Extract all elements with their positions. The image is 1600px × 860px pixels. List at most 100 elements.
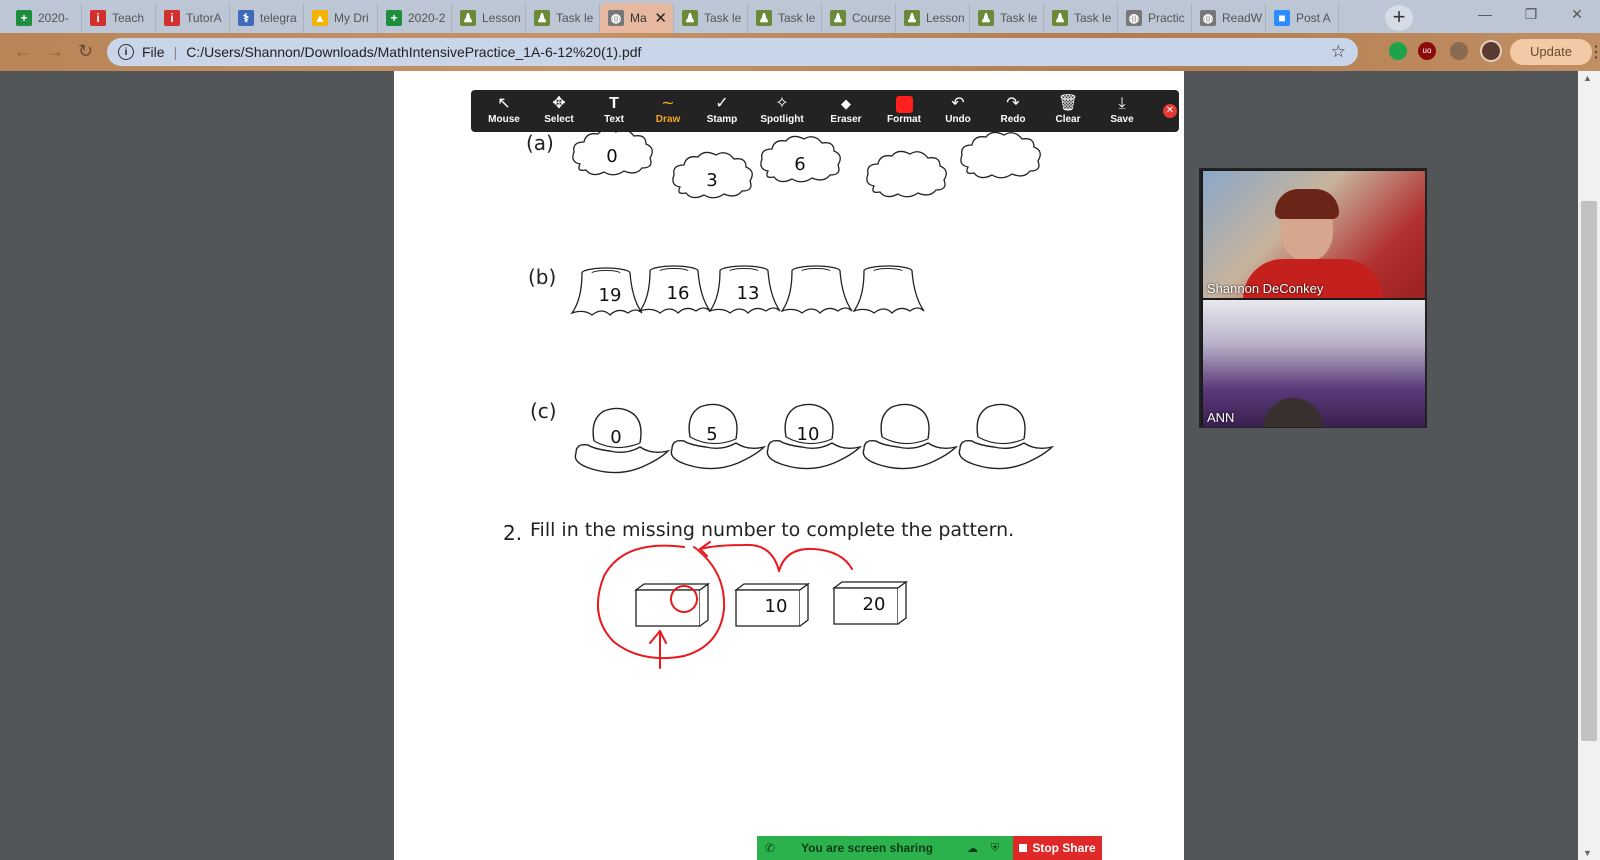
video-panel: Shannon DeConkey ANN (1199, 168, 1427, 428)
url-text[interactable]: C:/Users/Shannon/Downloads/MathIntensive… (186, 44, 641, 60)
tab-3[interactable]: i TutorA (156, 3, 230, 33)
tool-clear[interactable]: 🗑 Clear (1043, 94, 1093, 128)
shield-icon: ⛨ (991, 841, 1000, 854)
tab-title: ReadW (1222, 11, 1263, 25)
update-button[interactable]: Update (1510, 39, 1592, 65)
hat-number-3: 10 (797, 424, 820, 445)
tab-11[interactable]: ♟ Task le (748, 3, 822, 33)
move-icon: ✥ (552, 95, 566, 112)
puzzle-extension-icon[interactable] (1450, 42, 1468, 60)
page-scrollbar[interactable]: ▲ ▼ (1578, 71, 1600, 860)
tab-title: 2020- (38, 11, 69, 25)
cloud-shape-4 (866, 150, 947, 198)
scrollbar-thumb[interactable] (1581, 201, 1597, 741)
tool-eraser[interactable]: ◆ Eraser (821, 94, 871, 128)
tab-title: Task le (1074, 11, 1112, 25)
tab-title: Task le (704, 11, 742, 25)
menu-kebab-icon[interactable]: ⋮ (1588, 42, 1600, 62)
cursor-icon: ↖ (497, 95, 511, 112)
tab-15[interactable]: ♟ Task le (1044, 3, 1118, 33)
tab-strip: +2020- i Teach i TutorA ⚕ telegra ▲ My Dri +2020-… (0, 0, 1600, 33)
tab-16[interactable]: ◍ Practic (1118, 3, 1192, 33)
video-tile-ann[interactable]: ANN (1203, 300, 1425, 427)
tab-10[interactable]: ♟ Task le (674, 3, 748, 33)
part-c-label: (c) (530, 399, 557, 423)
box-number-2: 10 (765, 596, 788, 617)
tab-4[interactable]: ⚕ telegra (230, 3, 304, 33)
scroll-up-icon[interactable]: ▲ (1583, 73, 1592, 83)
tool-select[interactable]: ✥ Select (534, 94, 584, 128)
instructure-icon: i (90, 10, 106, 26)
cloud-number-3: 6 (794, 154, 805, 175)
tab-2[interactable]: i Teach (82, 3, 156, 33)
save-icon: ⤓ (1118, 95, 1126, 112)
back-icon[interactable]: ← (14, 41, 32, 62)
tab-title: Practic (1148, 11, 1185, 25)
forward-icon[interactable]: → (46, 41, 64, 62)
zoom-icon: ■ (1274, 10, 1290, 26)
tab-1[interactable]: +2020- (8, 3, 82, 33)
cloud-shape-5 (960, 131, 1041, 179)
close-window-button[interactable]: ✕ (1554, 0, 1600, 30)
tab-7[interactable]: ♟ Lesson (452, 3, 526, 33)
doc-icon: ♟ (1052, 10, 1068, 26)
tab-6[interactable]: +2020-2 (378, 3, 452, 33)
tool-text[interactable]: T Text (589, 94, 639, 128)
globe-icon: ◍ (608, 10, 624, 26)
tool-undo[interactable]: ↶ Undo (933, 94, 983, 128)
tab-title: Lesson (482, 11, 521, 25)
tab-title: Course (852, 11, 891, 25)
tab-13[interactable]: ♟ Lesson (896, 3, 970, 33)
tab-8[interactable]: ♟ Task le (526, 3, 600, 33)
question-2-text: Fill in the missing number to complete t… (530, 519, 1015, 541)
close-toolbar-icon[interactable]: ✕ (1163, 104, 1177, 118)
format-swatch-icon (879, 94, 929, 114)
tab-title: Ma (630, 11, 647, 25)
check-icon: ✓ (715, 95, 729, 112)
tool-draw[interactable]: ∼ Draw (643, 94, 693, 128)
reload-icon[interactable]: ↻ (78, 41, 93, 62)
tab-5[interactable]: ▲ My Dri (304, 3, 378, 33)
zoom-annotation-toolbar: ↖ Mouse ✥ Select T Text ∼ Draw ✓ Stamp ✧ Spotlight ◆… (471, 90, 1179, 132)
tool-stamp[interactable]: ✓ Stamp (697, 94, 747, 128)
tool-redo[interactable]: ↷ Redo (988, 94, 1038, 128)
tool-mouse[interactable]: ↖ Mouse (479, 94, 529, 128)
scroll-down-icon[interactable]: ▼ (1583, 848, 1592, 858)
phone-icon: ✆ (765, 841, 776, 855)
stop-share-button[interactable]: Stop Share (1013, 836, 1102, 860)
tool-save[interactable]: ⤓ Save (1097, 94, 1147, 128)
tab-12[interactable]: ♟ Course (822, 3, 896, 33)
restore-button[interactable]: ❐ (1508, 0, 1554, 30)
omnibox[interactable]: i File | C:/Users/Shannon/Downloads/Math… (107, 38, 1358, 66)
sheets-icon: + (16, 10, 32, 26)
tab-9[interactable]: ◍ Ma ✕ (600, 3, 674, 33)
cloud-number-1: 0 (606, 146, 617, 167)
tab-18[interactable]: ■ Post A (1266, 3, 1339, 33)
profile-avatar[interactable] (1480, 40, 1502, 62)
tab-close-icon[interactable]: ✕ (654, 9, 667, 27)
bookmark-star-icon[interactable]: ☆ (1331, 42, 1346, 62)
tool-label: Clear (1055, 114, 1081, 125)
part-a-label: (a) (526, 131, 554, 155)
stump-shape-5 (853, 265, 925, 314)
video-tile-shannon[interactable]: Shannon DeConkey (1203, 171, 1425, 298)
drive-icon: ▲ (312, 10, 328, 26)
participant-name-1: Shannon DeConkey (1207, 281, 1324, 296)
tool-format[interactable]: Format (879, 94, 929, 128)
hat-number-2: 5 (706, 424, 717, 445)
tool-spotlight[interactable]: ✧ Spotlight (757, 94, 807, 128)
sharing-status-text: You are screen sharing (801, 841, 933, 855)
extension-green-icon[interactable] (1389, 42, 1407, 60)
ublock-icon[interactable]: uo (1418, 42, 1436, 60)
tab-17[interactable]: ◍ ReadW (1192, 3, 1266, 33)
info-icon[interactable]: i (118, 44, 134, 60)
minimize-button[interactable]: — (1462, 0, 1508, 30)
stump-number-3: 13 (737, 283, 760, 304)
new-tab-button[interactable]: + (1385, 5, 1413, 31)
tab-title: Lesson (926, 11, 965, 25)
tab-title: TutorA (186, 11, 222, 25)
tab-title: Task le (778, 11, 816, 25)
stop-share-label: Stop Share (1032, 841, 1096, 855)
tab-14[interactable]: ♟ Task le (970, 3, 1044, 33)
eraser-icon: ◆ (841, 96, 851, 111)
